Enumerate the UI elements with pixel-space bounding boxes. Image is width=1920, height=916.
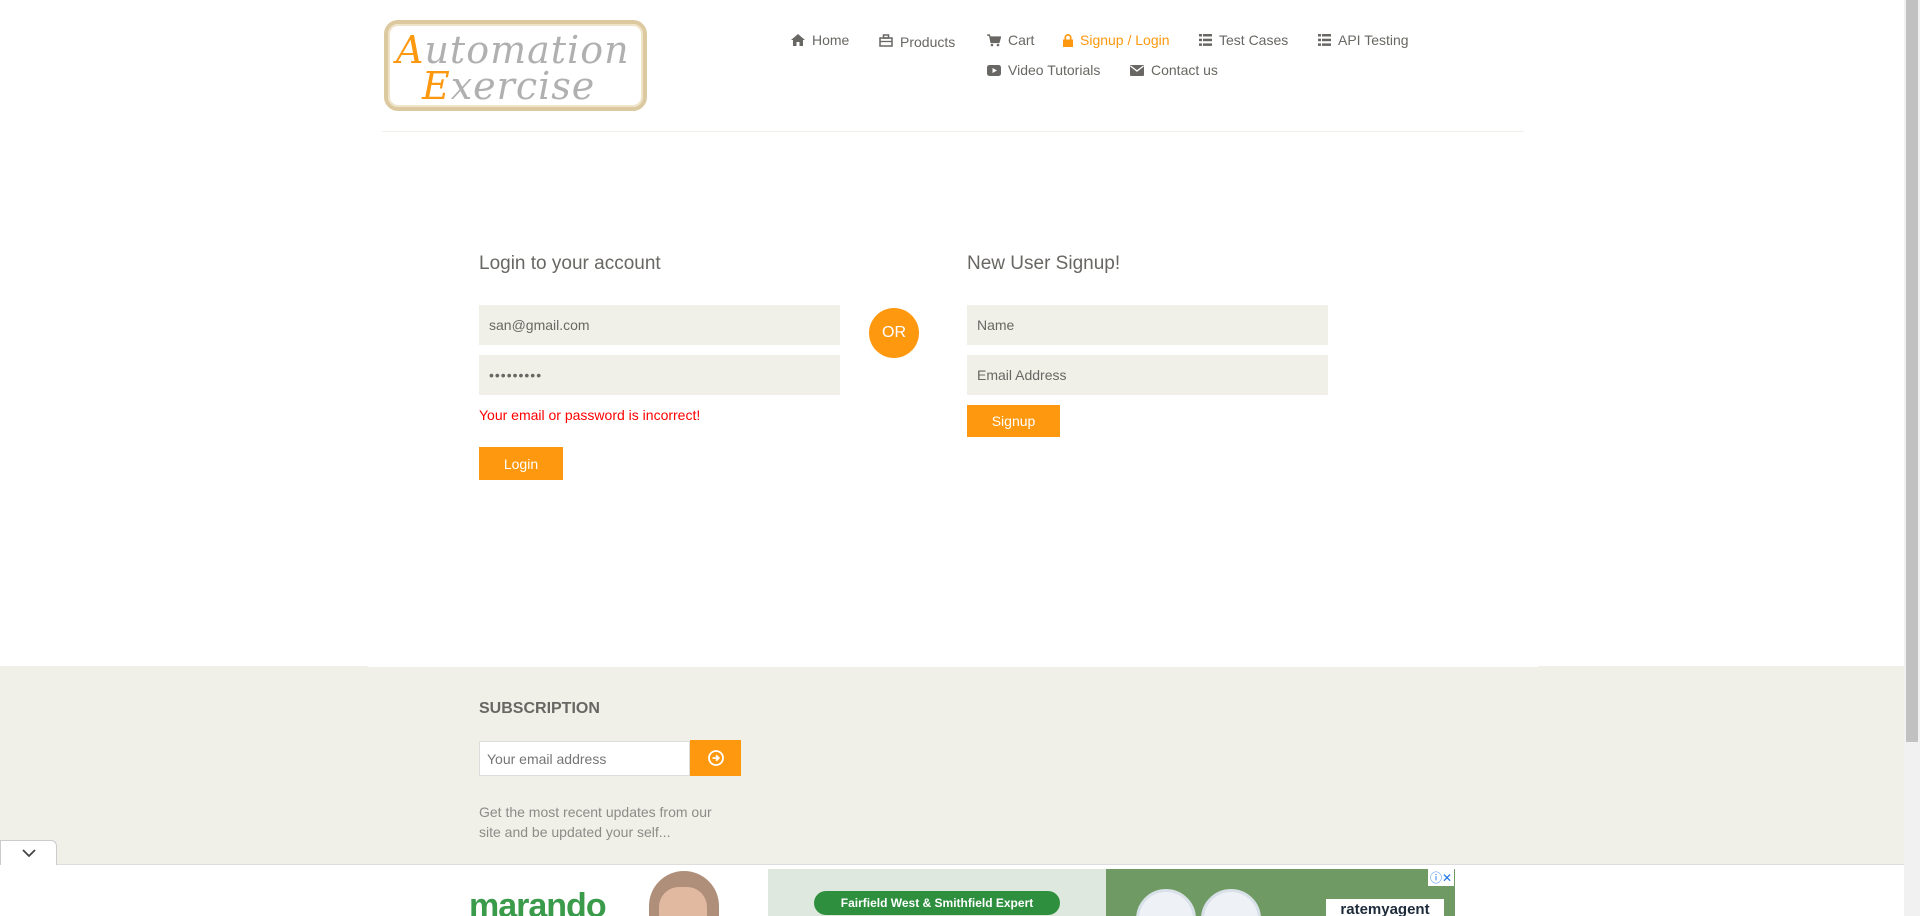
subscription-title: SUBSCRIPTION: [479, 700, 600, 717]
logo-line-2: Exercise: [422, 64, 595, 108]
ad-tagline: Fairfield West & Smithfield Expert: [814, 891, 1060, 915]
arrow-circle-right-icon: [707, 750, 724, 766]
ad-brand-text: marando: [469, 887, 607, 916]
header-divider: [382, 131, 1524, 132]
ad-award-seal: [1136, 889, 1196, 916]
nav-contact-us-label: Contact us: [1151, 62, 1218, 78]
login-password-field[interactable]: •••••••••: [479, 355, 840, 395]
login-button[interactable]: Login: [479, 447, 563, 480]
subscribe-button[interactable]: [690, 740, 741, 776]
signup-title: New User Signup!: [967, 253, 1121, 274]
list-icon: [1199, 34, 1212, 46]
login-email-field[interactable]: san@gmail.com: [479, 305, 840, 345]
nav-home[interactable]: Home: [791, 32, 849, 48]
nav-contact-us[interactable]: Contact us: [1130, 62, 1218, 78]
signup-button[interactable]: Signup: [967, 405, 1060, 437]
nav-video-tutorials-label: Video Tutorials: [1008, 62, 1101, 78]
ad-close-icon[interactable]: ⓘ✕: [1427, 869, 1454, 886]
ad-award-seal: [1201, 889, 1261, 916]
logo-text-2: xercise: [450, 64, 596, 108]
footer-divider: [368, 666, 1538, 667]
scrollbar-thumb[interactable]: [1906, 0, 1918, 742]
subscription-description: Get the most recent updates from our sit…: [479, 804, 712, 840]
list-icon: [1318, 34, 1331, 46]
ad-collapse-toggle[interactable]: [0, 840, 57, 865]
ad-ratemyagent-logo: ratemyagent: [1326, 899, 1444, 916]
signup-email-input[interactable]: [967, 355, 1328, 395]
or-divider: OR: [869, 308, 919, 358]
nav-signup-login[interactable]: Signup / Login: [1063, 32, 1170, 48]
cart-icon: [987, 33, 1001, 46]
subscription-email-input[interactable]: [479, 741, 690, 776]
nav-signup-login-label: Signup / Login: [1080, 32, 1170, 48]
lock-icon: [1063, 33, 1073, 47]
youtube-icon: [987, 64, 1001, 76]
signup-name-input[interactable]: [967, 305, 1328, 345]
ad-panel-left: marando: [449, 869, 768, 916]
nav-cart[interactable]: Cart: [987, 32, 1034, 48]
home-icon: [791, 34, 805, 46]
site-logo[interactable]: Automation Exercise: [384, 20, 647, 111]
nav-products[interactable]: Products: [879, 30, 955, 50]
nav-products-label: Products: [900, 34, 956, 50]
nav-cart-label: Cart: [1008, 32, 1035, 48]
nav-test-cases[interactable]: Test Cases: [1199, 32, 1288, 48]
logo-initial-a: A: [396, 28, 425, 72]
logo-initial-e: E: [422, 64, 451, 108]
login-title: Login to your account: [479, 253, 661, 274]
nav-video-tutorials[interactable]: Video Tutorials: [987, 62, 1100, 78]
page: Automation Exercise Home Products Cart S…: [0, 0, 1920, 916]
products-icon: [879, 33, 893, 47]
nav-api-testing[interactable]: API Testing: [1318, 32, 1409, 48]
nav-home-label: Home: [812, 32, 850, 48]
ad-panel-middle: Fairfield West & Smithfield Expert: [768, 869, 1106, 916]
ad-panel-right: ratemyagent: [1106, 869, 1455, 916]
ad-person-face: [659, 887, 707, 916]
login-error-message: Your email or password is incorrect!: [479, 407, 701, 423]
advertisement-banner[interactable]: marando Fairfield West & Smithfield Expe…: [449, 869, 1455, 916]
envelope-icon: [1130, 64, 1144, 76]
nav-test-cases-label: Test Cases: [1219, 32, 1289, 48]
nav-api-testing-label: API Testing: [1338, 32, 1409, 48]
chevron-down-icon: [21, 848, 36, 857]
